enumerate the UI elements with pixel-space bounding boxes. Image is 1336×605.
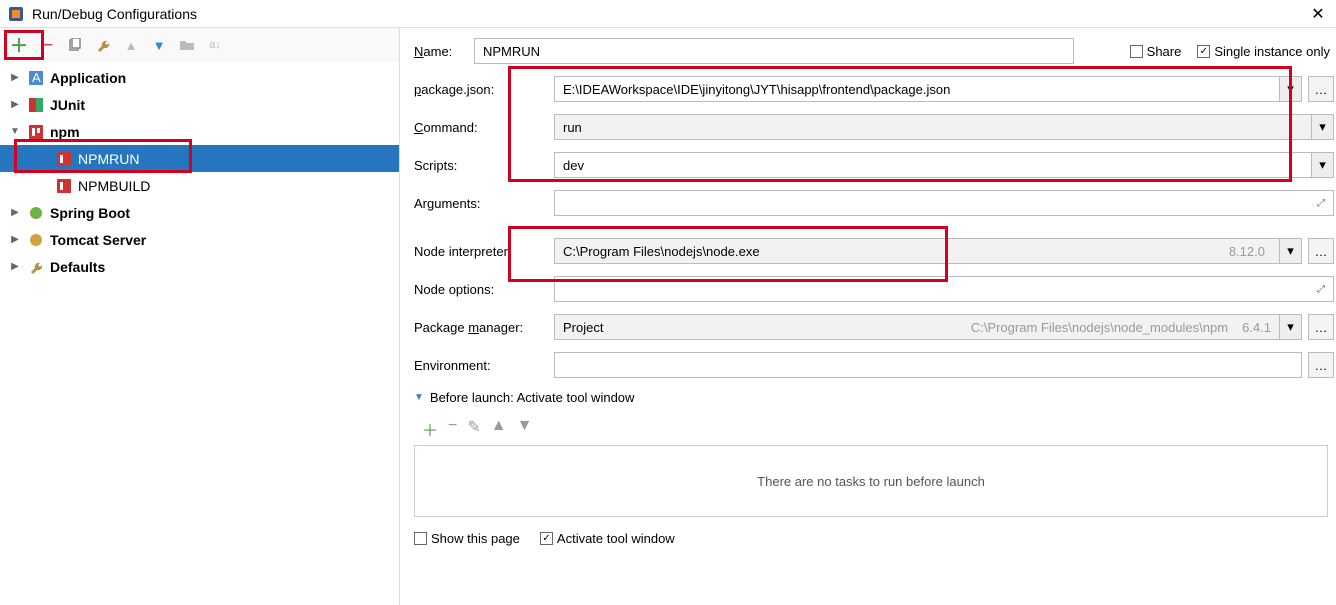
pkg-manager-hint: C:\Program Files\nodejs\node_modules\npm — [971, 320, 1234, 335]
collapse-icon[interactable]: ▼ — [8, 126, 22, 137]
expand-icon[interactable]: ▶ — [8, 99, 22, 110]
node-options-row: Node options: ⤢ — [414, 276, 1334, 302]
expand-field-icon[interactable]: ⤢ — [1317, 198, 1325, 209]
tree-npm[interactable]: ▼ npm — [0, 118, 399, 145]
browse-button[interactable]: … — [1308, 314, 1334, 340]
application-icon: A — [28, 70, 44, 86]
down-icon[interactable]: ▼ — [150, 36, 168, 54]
env-row: Environment: … — [414, 352, 1334, 378]
svg-text:A: A — [32, 71, 41, 85]
package-row: package.json: E:\IDEAWorkspace\IDE\jinyi… — [414, 76, 1334, 102]
dropdown-icon[interactable]: ▾ — [1280, 314, 1302, 340]
left-panel: ＋ − ▲ ▼ a↓ ▶ A Application ▶ JUnit ▼ — [0, 28, 400, 605]
dropdown-icon[interactable]: ▾ — [1312, 152, 1334, 178]
tree-npmrun[interactable]: NPMRUN — [0, 145, 399, 172]
command-row: Command: run ▾ — [414, 114, 1334, 140]
expand-icon[interactable]: ▶ — [8, 234, 22, 245]
node-interp-row: Node interpreter: C:\Program Files\nodej… — [414, 238, 1334, 264]
remove-icon[interactable]: − — [38, 36, 56, 54]
dropdown-icon[interactable]: ▾ — [1280, 76, 1302, 102]
close-icon[interactable]: ✕ — [1308, 4, 1328, 24]
collapse-icon[interactable]: ▼ — [414, 392, 424, 403]
command-select[interactable]: run — [554, 114, 1312, 140]
tree-npmbuild[interactable]: NPMBUILD — [0, 172, 399, 199]
config-tree: ▶ A Application ▶ JUnit ▼ npm NPMRUN NPM… — [0, 62, 399, 605]
down-icon[interactable]: ▼ — [517, 417, 533, 441]
remove-icon[interactable]: − — [448, 417, 457, 441]
app-icon — [8, 6, 24, 22]
titlebar: Run/Debug Configurations ✕ — [0, 0, 1336, 28]
expand-icon[interactable]: ▶ — [8, 261, 22, 272]
before-launch-list: There are no tasks to run before launch — [414, 445, 1328, 517]
arguments-row: Arguments: ⤢ — [414, 190, 1334, 216]
env-input[interactable] — [554, 352, 1302, 378]
package-label: package.json: — [414, 82, 554, 97]
pkg-manager-label: Package manager: — [414, 320, 554, 335]
up-icon[interactable]: ▲ — [491, 417, 507, 441]
node-options-input[interactable]: ⤢ — [554, 276, 1334, 302]
browse-button[interactable]: … — [1308, 76, 1334, 102]
name-label: Name: — [414, 44, 474, 59]
command-label: Command: — [414, 120, 554, 135]
node-version-hint: 8.12.0 — [1229, 244, 1271, 259]
npm-icon — [56, 151, 72, 167]
sort-icon[interactable]: a↓ — [206, 36, 224, 54]
node-interp-input[interactable]: C:\Program Files\nodejs\node.exe8.12.0 — [554, 238, 1280, 264]
up-icon[interactable]: ▲ — [122, 36, 140, 54]
tree-springboot[interactable]: ▶ Spring Boot — [0, 199, 399, 226]
env-label: Environment: — [414, 358, 554, 373]
before-launch-header[interactable]: ▼ Before launch: Activate tool window — [414, 390, 1334, 405]
scripts-label: Scripts: — [414, 158, 554, 173]
tomcat-icon — [28, 232, 44, 248]
bottom-checks: Show this page Activate tool window — [414, 531, 1334, 546]
window-title: Run/Debug Configurations — [32, 6, 1308, 22]
right-panel: Name: NPMRUN SSharehare Single instance … — [400, 28, 1336, 605]
npm-icon — [28, 124, 44, 140]
arguments-label: Arguments: — [414, 196, 554, 211]
pkg-manager-input[interactable]: ProjectC:\Program Files\nodejs\node_modu… — [554, 314, 1280, 340]
scripts-input[interactable]: dev — [554, 152, 1312, 178]
dropdown-icon[interactable]: ▾ — [1312, 114, 1334, 140]
tree-junit[interactable]: ▶ JUnit — [0, 91, 399, 118]
expand-icon[interactable]: ▶ — [8, 207, 22, 218]
package-input[interactable]: E:\IDEAWorkspace\IDE\jinyitong\JYT\hisap… — [554, 76, 1280, 102]
node-interp-label: Node interpreter: — [414, 244, 554, 259]
wrench-icon[interactable] — [94, 36, 112, 54]
dropdown-icon[interactable]: ▾ — [1280, 238, 1302, 264]
tree-application[interactable]: ▶ A Application — [0, 64, 399, 91]
before-empty-text: There are no tasks to run before launch — [757, 474, 985, 489]
expand-field-icon[interactable]: ⤢ — [1317, 284, 1325, 295]
pkg-manager-version: 6.4.1 — [1234, 320, 1271, 335]
activate-tool-checkbox[interactable]: Activate tool window — [540, 531, 675, 546]
tree-tomcat[interactable]: ▶ Tomcat Server — [0, 226, 399, 253]
before-launch-toolbar: ＋ − ✎ ▲ ▼ — [414, 413, 1334, 445]
browse-button[interactable]: … — [1308, 352, 1334, 378]
share-checkbox[interactable]: SSharehare — [1130, 44, 1182, 59]
single-instance-checkbox[interactable]: Single instance only — [1197, 44, 1330, 59]
edit-icon[interactable]: ✎ — [467, 417, 480, 441]
arguments-input[interactable]: ⤢ — [554, 190, 1334, 216]
left-toolbar: ＋ − ▲ ▼ a↓ — [0, 28, 399, 62]
pkg-manager-row: Package manager: ProjectC:\Program Files… — [414, 314, 1334, 340]
npm-icon — [56, 178, 72, 194]
scripts-row: Scripts: dev ▾ — [414, 152, 1334, 178]
tree-defaults[interactable]: ▶ Defaults — [0, 253, 399, 280]
folder-icon[interactable] — [178, 36, 196, 54]
node-options-label: Node options: — [414, 282, 554, 297]
copy-icon[interactable] — [66, 36, 84, 54]
spring-icon — [28, 205, 44, 221]
add-icon[interactable]: ＋ — [10, 36, 28, 54]
name-input[interactable]: NPMRUN — [474, 38, 1074, 64]
wrench-icon — [28, 259, 44, 275]
show-page-checkbox[interactable]: Show this page — [414, 531, 520, 546]
add-icon[interactable]: ＋ — [422, 417, 438, 441]
browse-button[interactable]: … — [1308, 238, 1334, 264]
name-row: Name: NPMRUN SSharehare Single instance … — [414, 38, 1334, 64]
before-launch-label: Before launch: Activate tool window — [430, 390, 635, 405]
junit-icon — [28, 97, 44, 113]
expand-icon[interactable]: ▶ — [8, 72, 22, 83]
